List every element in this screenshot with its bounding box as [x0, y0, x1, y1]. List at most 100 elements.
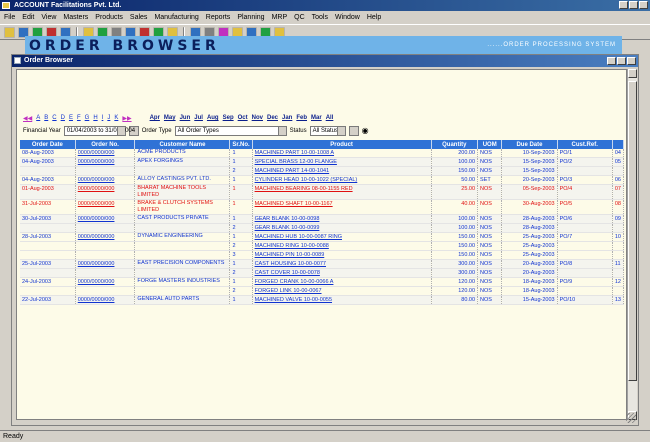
order-no-cell-text[interactable]: 0000/0000/000 — [78, 150, 115, 156]
column-header[interactable]: UOM — [477, 140, 503, 149]
column-header[interactable]: Order Date — [20, 140, 76, 149]
order-no-cell[interactable] — [75, 268, 136, 278]
scroll-up-button[interactable] — [628, 69, 637, 78]
order-no-cell[interactable] — [75, 250, 136, 260]
month-filter-jan[interactable]: Jan — [282, 115, 292, 121]
column-header[interactable]: Due Date — [501, 140, 558, 149]
column-header[interactable] — [612, 140, 625, 149]
menu-item-file[interactable]: File — [4, 12, 15, 24]
product-cell-text[interactable]: MACHINED BEARING 08-00-1155 RED — [255, 186, 353, 192]
product-cell[interactable]: MACHINED PART 10-00-1008 A — [252, 149, 432, 158]
column-header[interactable]: Cust.Ref. — [557, 140, 613, 149]
product-cell-text[interactable]: MACHINED VALVE 10-00-0055 — [255, 297, 332, 303]
menu-item-tools[interactable]: Tools — [312, 12, 328, 24]
column-header[interactable]: Product — [252, 140, 432, 149]
month-filter-nov[interactable]: Nov — [252, 115, 263, 121]
menu-item-sales[interactable]: Sales — [130, 12, 148, 24]
table-row[interactable]: 2 FORGED LINK 10-00-0067 120.00 NOS 18-Aug-2… — [20, 286, 625, 296]
alpha-filter-h[interactable]: H — [93, 115, 97, 121]
product-cell[interactable]: CAST COVER 10-00-0078 — [252, 268, 432, 278]
menu-item-mrp[interactable]: MRP — [272, 12, 288, 24]
product-cell-text[interactable]: MACHINED SHAFT 10-00-1167 — [255, 201, 333, 207]
menu-item-edit[interactable]: Edit — [22, 12, 34, 24]
alpha-next-icon[interactable]: ▶▶ — [122, 115, 131, 122]
alpha-filter-j[interactable]: J — [107, 115, 110, 121]
table-row[interactable]: 31-Jul-2003 0000/0000/000 BRAKE & CLUTCH S… — [20, 199, 625, 215]
product-cell[interactable]: MACHINED RING 10-00-0088 — [252, 241, 432, 251]
menu-item-masters[interactable]: Masters — [63, 12, 88, 24]
column-header[interactable]: Order No. — [75, 140, 136, 149]
month-filter-jul[interactable]: Jul — [194, 115, 203, 121]
table-row[interactable]: 2 GEAR BLANK 10-00-0099 100.00 NOS 28-Aug-20… — [20, 223, 625, 233]
vertical-scrollbar[interactable] — [627, 69, 637, 420]
month-filter-jun[interactable]: Jun — [180, 115, 191, 121]
product-cell[interactable]: MACHINED BEARING 08-00-1155 RED — [252, 184, 432, 200]
column-header[interactable]: Sr.No. — [229, 140, 253, 149]
table-row[interactable]: 2 MACHINED PART 14-00-1041 150.00 NOS 15-Sep… — [20, 166, 625, 176]
product-cell-text[interactable]: CYLINDER HEAD 10-00-1022 (SPECIAL) — [255, 177, 358, 183]
product-cell-text[interactable]: MACHINED PIN 10-00-0089 — [255, 252, 325, 258]
period-select[interactable]: 01/04/2003 to 31/03/2004 — [63, 126, 135, 136]
order-type-select[interactable]: All Order Types — [174, 126, 287, 136]
maximize-button[interactable] — [629, 1, 638, 9]
order-no-cell[interactable]: 0000/0000/000 — [75, 232, 136, 242]
product-cell[interactable]: MACHINED PIN 10-00-0089 — [252, 250, 432, 260]
order-no-cell-text[interactable]: 0000/0000/000 — [78, 159, 115, 165]
menu-item-qc[interactable]: QC — [294, 12, 305, 24]
product-cell-text[interactable]: CAST HOUSING 10-00-0077 — [255, 261, 326, 267]
menu-item-view[interactable]: View — [41, 12, 56, 24]
order-no-cell[interactable]: 0000/0000/000 — [75, 199, 136, 215]
child-minimize-button[interactable] — [607, 57, 616, 65]
month-filter-apr[interactable]: Apr — [150, 115, 160, 121]
menu-item-planning[interactable]: Planning — [237, 12, 264, 24]
table-row[interactable]: 30-Jul-2003 0000/0000/000 CAST PRODUCTS PR… — [20, 214, 625, 224]
month-filter-all[interactable]: All — [326, 115, 334, 121]
alpha-filter-d[interactable]: D — [61, 115, 65, 121]
menu-item-manufacturing[interactable]: Manufacturing — [154, 12, 198, 24]
product-cell-text[interactable]: FORGED CRANK 10-00-0066 A — [255, 279, 334, 285]
product-cell-text[interactable]: MACHINED PART 10-00-1008 A — [255, 150, 334, 156]
order-no-cell[interactable] — [75, 241, 136, 251]
minimize-button[interactable] — [619, 1, 628, 9]
table-row[interactable]: 3 MACHINED PIN 10-00-0089 150.00 NOS 25-Aug-… — [20, 250, 625, 260]
month-filter-feb[interactable]: Feb — [296, 115, 307, 121]
menu-item-help[interactable]: Help — [367, 12, 381, 24]
product-cell[interactable]: MACHINED HUB 10-00-0087 RING — [252, 232, 432, 242]
product-cell[interactable]: MACHINED PART 14-00-1041 — [252, 166, 432, 176]
alpha-filter-b[interactable]: B — [44, 115, 48, 121]
product-cell-text[interactable]: GEAR BLANK 10-00-0099 — [255, 225, 320, 231]
order-no-cell-text[interactable]: 0000/0000/000 — [78, 279, 115, 285]
table-row[interactable]: 04-Aug-2003 0000/0000/000 APEX FORGINGS 1 SP… — [20, 157, 625, 167]
alpha-filter-c[interactable]: C — [52, 115, 56, 121]
alpha-prev-icon[interactable]: ◀◀ — [23, 115, 32, 122]
table-row[interactable]: 28-Jul-2003 0000/0000/000 DYNAMIC ENGINEER… — [20, 232, 625, 242]
product-cell[interactable]: FORGED LINK 10-00-0067 — [252, 286, 432, 296]
alpha-filter-a[interactable]: A — [36, 115, 40, 121]
order-no-cell[interactable]: 0000/0000/000 — [75, 259, 136, 269]
table-row[interactable]: 01-Aug-2003 0000/0000/000 BHARAT MACHINE T… — [20, 184, 625, 200]
order-no-cell-text[interactable]: 0000/0000/000 — [78, 186, 115, 192]
status-select[interactable]: All Status — [309, 126, 346, 136]
table-row[interactable]: 08-Aug-2003 0000/0000/000 ACME PRODUCTS 1 MA… — [20, 149, 625, 158]
product-cell[interactable]: SPECIAL BRASS 12-00 FLANGE — [252, 157, 432, 167]
alpha-filter-k[interactable]: K — [114, 115, 118, 121]
order-no-cell[interactable]: 0000/0000/000 — [75, 157, 136, 167]
table-row[interactable]: 2 MACHINED RING 10-00-0088 150.00 NOS 25-Aug… — [20, 241, 625, 251]
product-cell[interactable]: MACHINED SHAFT 10-00-1167 — [252, 199, 432, 215]
order-no-cell-text[interactable]: 0000/0000/000 — [78, 297, 115, 303]
product-cell-text[interactable]: MACHINED RING 10-00-0088 — [255, 243, 329, 249]
product-cell[interactable]: GEAR BLANK 10-00-0099 — [252, 223, 432, 233]
alpha-filter-i[interactable]: I — [102, 115, 104, 121]
order-no-cell[interactable]: 0000/0000/000 — [75, 175, 136, 185]
product-cell[interactable]: CYLINDER HEAD 10-00-1022 (SPECIAL) — [252, 175, 432, 185]
table-row[interactable]: 04-Aug-2003 0000/0000/000 ALLOY CASTINGS P… — [20, 175, 625, 185]
product-cell-text[interactable]: FORGED LINK 10-00-0067 — [255, 288, 322, 294]
order-no-cell-text[interactable]: 0000/0000/000 — [78, 216, 115, 222]
product-cell[interactable]: MACHINED VALVE 10-00-0055 — [252, 295, 432, 305]
order-no-cell-text[interactable]: 0000/0000/000 — [78, 201, 115, 207]
binoculars-icon[interactable]: ◉ — [362, 127, 372, 135]
child-close-button[interactable] — [627, 57, 636, 65]
month-filter-oct[interactable]: Oct — [238, 115, 248, 121]
order-no-cell-text[interactable]: 0000/0000/000 — [78, 177, 115, 183]
table-row[interactable]: 25-Jul-2003 0000/0000/000 EAST PRECISION C… — [20, 259, 625, 269]
